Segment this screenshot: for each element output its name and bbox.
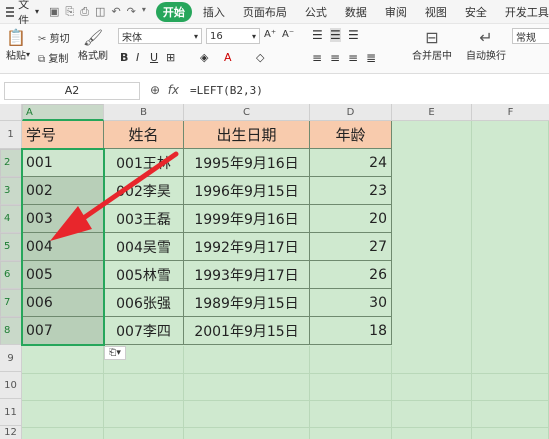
format-painter-label: 格式刷 [78,51,108,62]
wrap-text-label: 自动换行 [466,51,506,62]
save-icon[interactable]: ▣ [49,5,59,19]
fill-color-icon[interactable]: ◈ [200,51,208,64]
red-arrow-annotation [50,151,179,241]
format-painter-button[interactable]: 🖌 格式刷 [78,28,108,62]
print-icon[interactable]: ⎙ [80,5,89,19]
font-size-value: 16 [210,30,223,42]
align-center-icon[interactable]: ≡ [330,51,340,65]
formula-input[interactable]: =LEFT(B2,3) [190,84,263,97]
copy-button[interactable]: ⧉ 复制 [38,50,68,65]
preview-icon[interactable]: ◫ [95,5,105,19]
name-box[interactable]: A2 [4,82,140,100]
export-icon[interactable]: ⎘ [65,5,74,19]
fx-icon[interactable]: fx [168,83,179,97]
tab-view[interactable]: 视图 [418,2,454,22]
tab-developer[interactable]: 开发工具 [498,2,549,22]
merge-center-button[interactable]: ⊟ 合并居中 [412,28,452,62]
justify-icon[interactable]: ≣ [366,51,376,65]
font-name-value: 宋体 [122,32,142,44]
cut-label: 剪切 [49,34,70,45]
align-right-icon[interactable]: ≡ [348,51,358,65]
paste-button[interactable]: 📋 粘贴 ▾ [6,28,30,62]
tab-insert[interactable]: 插入 [196,2,232,22]
grow-font-icon[interactable]: A⁺ [264,29,276,40]
arrow-head [50,206,92,241]
align-left-icon[interactable]: ≡ [312,51,322,65]
chevron-down-icon: ▾ [193,31,198,41]
hamburger-icon [6,6,15,17]
chevron-down-icon: ▾ [26,50,31,59]
brush-icon: 🖌 [82,28,104,47]
italic-icon[interactable]: I [136,51,139,64]
font-color-icon[interactable]: A [224,51,232,64]
quick-access: ▣ ⎘ ⎙ ◫ ↶ ↷ ▾ [49,5,146,19]
cut-button[interactable]: ✂ 剪切 [38,30,70,45]
formula-bar: A2 ⊕ fx =LEFT(B2,3) [0,80,549,102]
chevron-down-icon: ▾ [35,7,40,16]
ribbon: 📋 粘贴 ▾ ✂ 剪切 ⧉ 复制 🖌 格式刷 宋体 ▾ 16 ▾ A⁺ A⁻ B I … [0,24,549,74]
tab-home[interactable]: 开始 [155,1,192,22]
tab-formulas[interactable]: 公式 [298,2,334,22]
menu-bar: 文件 ▾ ▣ ⎘ ⎙ ◫ ↶ ↷ ▾ 开始 插入 页面布局 公式 数据 审阅 视… [0,0,549,27]
redo-icon[interactable]: ↷ [127,5,136,19]
font-size-select[interactable]: 16 ▾ [206,28,260,44]
clear-icon[interactable]: ◇ [256,51,264,64]
align-middle-icon[interactable]: ☰ [330,28,341,42]
copy-label: 复制 [48,54,69,65]
spreadsheet-grid: A B C D E F 1 2 3 4 5 6 7 8 9 10 11 12 学… [0,104,549,439]
align-bottom-icon[interactable]: ☰ [348,28,359,42]
wrap-icon: ↵ [479,28,493,47]
customize-icon[interactable]: ▾ [142,5,146,19]
wrap-text-button[interactable]: ↵ 自动换行 [466,28,506,62]
arrow-shaft [69,151,179,229]
font-name-select[interactable]: 宋体 ▾ [118,28,202,44]
copy-icon: ⧉ [38,54,46,65]
fx-area: ⊕ fx [150,83,179,97]
undo-icon[interactable]: ↶ [111,5,120,19]
number-format-value: 常规 [516,32,536,44]
tab-security[interactable]: 安全 [458,2,494,22]
number-format-select[interactable]: 常规 [512,28,549,44]
shrink-font-icon[interactable]: A⁻ [282,29,294,40]
align-top-icon[interactable]: ☰ [312,28,323,42]
tab-page-layout[interactable]: 页面布局 [236,2,294,22]
zoom-icon[interactable]: ⊕ [150,83,160,97]
clipboard-icon: 📋 [6,28,26,47]
paste-label: 粘贴 [6,51,26,62]
underline-icon[interactable]: U [150,51,158,64]
bold-icon[interactable]: B [120,51,128,64]
merge-icon: ⊟ [425,28,439,47]
border-icon[interactable]: ⊞ [166,51,175,64]
tab-review[interactable]: 审阅 [378,2,414,22]
scissors-icon: ✂ [38,34,47,45]
tab-data[interactable]: 数据 [338,2,374,22]
merge-center-label: 合并居中 [412,51,452,62]
chevron-down-icon: ▾ [251,31,256,41]
